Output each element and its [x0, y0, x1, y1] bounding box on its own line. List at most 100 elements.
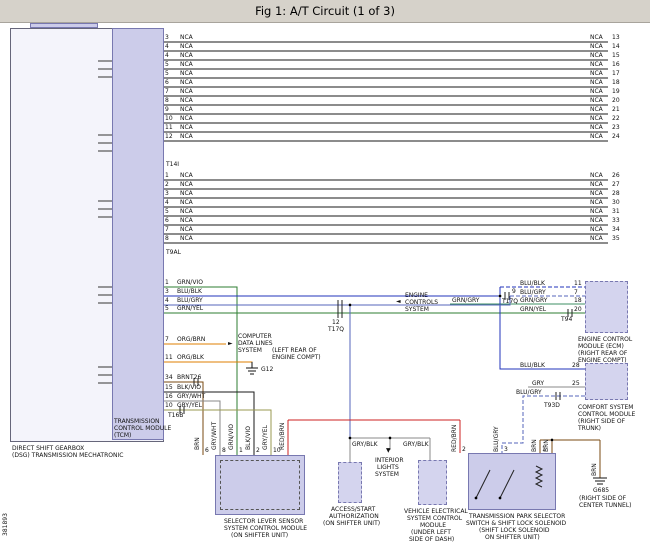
wire-color-label: NCA	[590, 217, 603, 224]
wire-color-label: NCA	[590, 133, 603, 140]
wire-color-label: NCA	[180, 208, 193, 215]
pin-number: 23	[612, 124, 620, 131]
wire-color-label: NCA	[180, 226, 193, 233]
wire-color-label: NCA	[590, 43, 603, 50]
interior-lights-line1: INTERIOR	[375, 457, 404, 464]
wire-label-grngry: GRN/GRY	[452, 297, 479, 304]
tcm-pin-number: 1	[165, 172, 169, 179]
pin-number: 26	[612, 172, 620, 179]
g685-location-line1: (RIGHT SIDE OF	[579, 495, 626, 502]
pin-number: 2	[256, 447, 260, 454]
wire-color-label: RED/BRN	[451, 420, 459, 452]
pin-number: 20	[612, 97, 620, 104]
wire-color-label: NCA	[590, 226, 603, 233]
interior-lights-line3: SYSTEM	[375, 471, 399, 478]
wire-color-label: NCA	[590, 88, 603, 95]
access-name-line3: (ON SHIFTER UNIT)	[323, 520, 380, 527]
tcm-pin-number: 5	[165, 208, 169, 215]
wire-color-label: GRN/VIO	[177, 279, 203, 286]
tcm-pin-number: 3	[165, 34, 169, 41]
pin-number: 1	[239, 447, 243, 454]
wire-color-label: NCA	[590, 115, 603, 122]
access-name-line1: ACCESS/START	[331, 506, 375, 513]
wire-label-brn-g685: BRN	[591, 444, 599, 476]
tcm-pin-number: 4	[165, 199, 169, 206]
tcm-pin-number: 15	[165, 384, 173, 391]
wire-color-label: NCA	[180, 124, 193, 131]
computer-data-line1: COMPUTER	[238, 333, 272, 340]
computer-data-line2: DATA LINES	[238, 340, 273, 347]
tcm-pin-number: 1	[165, 279, 169, 286]
tcm-pin-number: 7	[165, 336, 169, 343]
wire-label-gryblk-vehicle: GRY/BLK	[403, 441, 429, 448]
comfort-name-line3: (RIGHT SIDE OF	[578, 418, 625, 425]
comfort-name-line4: TRUNK)	[578, 425, 601, 432]
wire-color-label: BRN	[531, 420, 539, 452]
wire-color-label: GRN/YEL	[177, 305, 203, 312]
tcm-pin-number: 10	[165, 402, 173, 409]
wire-color-label: NCA	[590, 70, 603, 77]
tcm-pin-number: 7	[165, 88, 169, 95]
wire-color-label: BLU/BLK	[520, 280, 545, 287]
wire-color-label: BLK/VIO	[177, 384, 201, 391]
wire-color-label: NCA	[180, 43, 193, 50]
connector-label: T93D	[544, 402, 560, 409]
comfort-name-line2: CONTROL MODULE	[578, 411, 635, 418]
vehicle-name-line1: VEHICLE ELECTRICAL	[404, 508, 468, 515]
wire-color-label: BLU/BLK	[520, 362, 545, 369]
connector-pin-number: 12	[332, 319, 340, 326]
pin-number: 13	[612, 34, 620, 41]
vehicle-name-line3: MODULE	[420, 522, 446, 529]
ecm-name-line4: ENGINE COMPT)	[578, 357, 627, 364]
tcm-pin-number: 9	[165, 106, 169, 113]
wire-color-label: GRN/YEL	[520, 306, 546, 313]
tcm-pin-number: 5	[165, 61, 169, 68]
wire-color-label: NCA	[180, 79, 193, 86]
tcm-pin-number: 8	[165, 235, 169, 242]
vehicle-name-line2: SYSTEM CONTROL	[407, 515, 462, 522]
pin-number: 19	[612, 88, 620, 95]
arrow-right-icon: ►	[228, 340, 233, 347]
wire-color-label: NCA	[590, 106, 603, 113]
engine-controls-line1: ENGINE	[405, 292, 428, 299]
pin-number: 25	[572, 380, 580, 387]
tcm-pin-number: 3	[165, 288, 169, 295]
park-name-line3: (SHIFT LOCK SOLENOID	[479, 527, 550, 534]
pin-number: 35	[612, 235, 620, 242]
access-name-line2: AUTHORIZATION	[329, 513, 379, 520]
g12-location-line1: (LEFT REAR OF	[272, 347, 317, 354]
pin-number: 24	[612, 133, 620, 140]
pin-number: 22	[612, 115, 620, 122]
wire-color-label: NCA	[180, 190, 193, 197]
tcm-pin-number: 16	[165, 393, 173, 400]
ecm-name-line2: MODULE (ECM)	[578, 343, 624, 350]
g685-ground-label: G685	[593, 487, 609, 494]
tcm-pin-number: 6	[165, 217, 169, 224]
wire-color-label: BRN	[543, 420, 551, 452]
tcm-pin-number: 11	[165, 124, 173, 131]
pin-number: 21	[612, 106, 620, 113]
engine-controls-line3: SYSTEM	[405, 306, 429, 313]
connector-label: T17Q	[328, 326, 344, 333]
pin-number: 20	[574, 306, 582, 313]
arrow-left-icon: ◄	[396, 298, 401, 305]
wire-color-label: GRN/VIO	[228, 416, 236, 450]
tcm-label-line3: (TCM)	[114, 432, 131, 439]
wire-color-label: GRY/WHT	[177, 393, 205, 400]
g12-ground-label: G12	[261, 366, 273, 373]
wire-color-label: NCA	[180, 61, 193, 68]
pin-number: 17	[612, 70, 620, 77]
wire-color-label: NCA	[180, 106, 193, 113]
tcm-label-line2: CONTROL MODULE	[114, 425, 171, 432]
wire-color-label: NCA	[590, 34, 603, 41]
ecm-name-line3: (RIGHT REAR OF	[578, 350, 627, 357]
wire-color-label: BRN	[177, 374, 190, 381]
selector-name-line2: SYSTEM CONTROL MODULE	[224, 525, 307, 532]
pin-number: 31	[612, 208, 620, 215]
tcm-pin-number: 4	[165, 297, 169, 304]
pin-number: 34	[612, 226, 620, 233]
g685-location-line2: CENTER TUNNEL)	[579, 502, 632, 509]
dsg-label-line1: DIRECT SHIFT GEARBOX	[12, 445, 84, 452]
wire-color-label: NCA	[590, 79, 603, 86]
selector-name-line1: SELECTOR LEVER SENSOR	[224, 518, 303, 525]
